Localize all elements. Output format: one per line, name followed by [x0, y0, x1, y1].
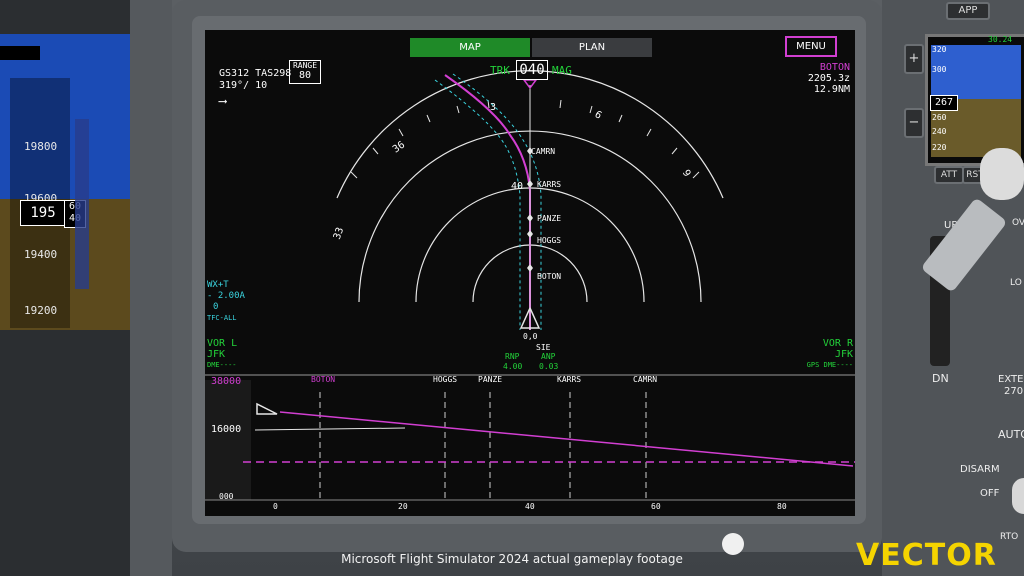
vsd-terrain-line	[254, 427, 406, 431]
wind-readout: 319°/ 10	[219, 80, 268, 91]
waypoint-hoggs[interactable]: HOGGS	[537, 236, 561, 245]
own-ship-label: 0,0	[523, 332, 538, 341]
range-box[interactable]: RANGE 80	[289, 60, 321, 84]
standby-speed-320: 320	[932, 45, 947, 54]
waypoint-karrs[interactable]: KARRS	[537, 180, 561, 189]
gs-value: 312	[231, 68, 250, 79]
ov-label: OV	[1012, 218, 1024, 228]
vsd-top-altitude: 38000	[211, 376, 242, 387]
brand-logo: VECTOR	[856, 538, 997, 573]
ext-label: EXTE	[998, 374, 1024, 385]
vor-l-mode: DME----	[207, 361, 237, 369]
vsd-descent-path	[279, 411, 854, 467]
range-value: 80	[298, 70, 312, 81]
vsd-bottom-altitude: 000	[219, 492, 234, 501]
vor-r-station: JFK	[834, 349, 853, 360]
rnp-label: RNP	[505, 352, 520, 361]
next-waypoint-distance: 12.9NM	[813, 84, 850, 95]
waypoint-boton[interactable]: BOTON	[537, 272, 561, 281]
waypoint-panze[interactable]: PANZE	[537, 214, 561, 223]
minus-button[interactable]: −	[904, 108, 924, 138]
vor-left: VOR L JFK DME----	[207, 338, 237, 371]
alt-label-19800: 19800	[24, 140, 58, 153]
vor-l-station: JFK	[207, 349, 226, 360]
vsd-dist-40: 40	[525, 502, 535, 511]
tas-label: TAS	[255, 68, 274, 79]
off-label: OFF	[980, 488, 1000, 499]
standby-speed-300: 300	[932, 65, 947, 74]
nd-graphics	[205, 70, 855, 501]
att-button[interactable]: ATT	[934, 166, 964, 184]
vsd-wpt-karrs: KARRS	[557, 375, 582, 384]
lo-label: LO	[1010, 278, 1022, 288]
wx-line2: - 2.00A	[207, 291, 245, 301]
standby-speed-220: 220	[932, 143, 947, 152]
vsd-dist-80: 80	[777, 502, 787, 511]
waypoint-camrn[interactable]: CAMRN	[531, 147, 555, 156]
navigation-display: MAP PLAN MENU GS312 TAS298 319°/ 10 ⟶ RA…	[205, 30, 855, 516]
rnp-value: 4.00	[503, 362, 523, 371]
heading-bug	[522, 79, 538, 90]
vsd-wpt-camrn: CAMRN	[633, 375, 658, 384]
vor-r-mode: GPS DME----	[806, 361, 853, 369]
pfd-top-box	[0, 46, 40, 60]
vor-r-label: VOR R	[822, 338, 853, 349]
anp-value: 0.03	[539, 362, 559, 371]
own-ship-station: SIE	[536, 343, 551, 352]
ext-value: 270	[1004, 386, 1024, 397]
altitude-major: 195	[30, 205, 56, 221]
cyan-route-left	[434, 79, 521, 330]
vsd-dist-0: 0	[273, 502, 278, 511]
standby-speed-current: 267	[930, 95, 958, 111]
vor-l-label: VOR L	[207, 338, 238, 349]
wx-block: WX+T - 2.00A 0 TFC-ALL	[207, 280, 245, 324]
magenta-route-line	[444, 74, 531, 330]
next-waypoint-name: BOTON	[819, 62, 850, 73]
flap-dn-label: DN	[932, 372, 949, 385]
app-button[interactable]: APP	[946, 2, 990, 20]
vsd-mid-altitude: 16000	[211, 424, 242, 435]
speed-block: GS312 TAS298	[219, 68, 291, 79]
vsd-dist-60: 60	[651, 502, 661, 511]
vsd-wpt-hoggs: HOGGS	[433, 375, 458, 384]
primary-flight-display: 19800 19600 19400 19200 195 60 40	[0, 34, 130, 330]
standby-instrument: 320 300 267 260 240 220 30.24	[925, 34, 1024, 166]
vsd-own-ship	[256, 402, 278, 415]
wx-line1: WX+T	[207, 280, 229, 290]
vsd-dist-20: 20	[398, 502, 408, 511]
vsd-wpt-boton: BOTON	[311, 375, 336, 384]
disarm-label: DISARM	[960, 464, 1000, 475]
alt-label-19400: 19400	[24, 248, 58, 261]
autobrake-knob[interactable]	[1012, 478, 1024, 514]
heading-readout: 040	[516, 60, 548, 80]
alt-label-19200: 19200	[24, 304, 58, 317]
mag-label: MAG	[552, 64, 572, 77]
vsd-altitude-scale	[205, 380, 251, 500]
vor-right: VOR R JFK GPS DME----	[765, 338, 853, 371]
mid-bezel	[130, 0, 172, 576]
next-waypoint-eta: 2205.3z	[807, 73, 850, 84]
cyan-route-right	[452, 73, 542, 330]
lever-handle[interactable]	[980, 148, 1024, 200]
arc-range-label: 40	[511, 181, 524, 192]
vsd-wpt-panze: PANZE	[478, 375, 503, 384]
vsd-waypoint-lines	[319, 392, 647, 498]
anp-label: ANP	[541, 352, 556, 361]
autobrake-label: AUTO	[998, 428, 1024, 441]
vertical-speed-tape	[75, 119, 89, 289]
standby-speed-240: 240	[932, 127, 947, 136]
altitude-readout: 195	[20, 200, 66, 226]
plus-button[interactable]: +	[904, 44, 924, 74]
wx-line4: TFC-ALL	[207, 314, 237, 322]
standby-baro: 30.24	[988, 35, 1013, 44]
wx-line3: 0	[213, 302, 219, 312]
gs-label: GS	[219, 68, 232, 79]
trk-label: TRK	[490, 64, 510, 77]
compass-label-3: 3	[490, 102, 497, 113]
wind-arrow-icon: ⟶	[219, 94, 227, 108]
standby-speed-260: 260	[932, 113, 947, 122]
